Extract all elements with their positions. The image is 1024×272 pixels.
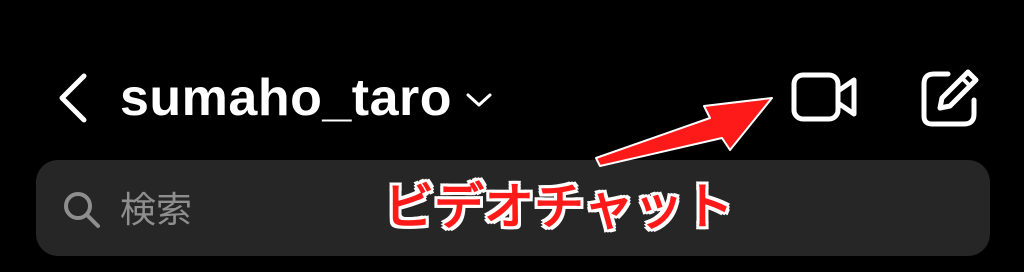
back-icon[interactable] — [52, 70, 94, 126]
dm-inbox-header: sumaho_taro ビデオチャット — [0, 0, 1024, 272]
annotation-label: ビデオチャット — [384, 178, 734, 236]
edit-square-icon[interactable] — [918, 66, 982, 130]
username-title: sumaho_taro — [120, 69, 453, 127]
search-icon — [64, 192, 100, 228]
video-camera-icon[interactable] — [790, 70, 860, 124]
chevron-down-icon — [466, 93, 492, 107]
annotation-arrow — [595, 97, 773, 167]
account-switcher[interactable]: sumaho_taro — [120, 68, 494, 128]
